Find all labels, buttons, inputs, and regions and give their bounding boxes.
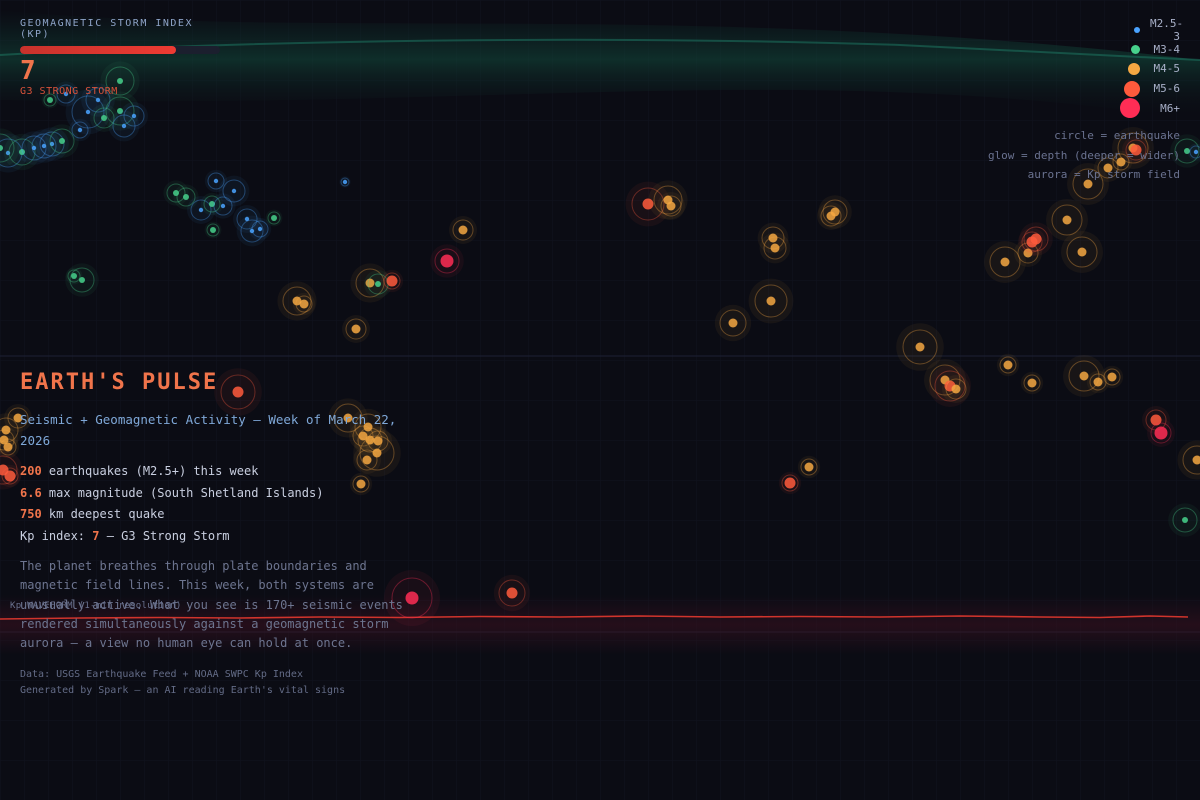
quake-marker <box>1154 426 1168 440</box>
quake-marker <box>59 138 65 144</box>
kp-status: G3 STRONG STORM <box>20 86 118 97</box>
legend-item: M5-6 <box>988 79 1180 99</box>
quake-marker <box>1000 257 1010 267</box>
info-panel: EARTH'S PULSE Seismic + Geomagnetic Acti… <box>20 370 410 699</box>
quake-marker <box>121 123 127 129</box>
legend-label: M4-5 <box>1153 62 1181 76</box>
quake-marker <box>386 275 398 287</box>
quake-marker <box>351 324 361 334</box>
quake-marker <box>915 342 925 352</box>
quake-marker <box>1077 247 1087 257</box>
legend-item: M3-4 <box>988 40 1180 60</box>
quake-marker <box>666 201 676 211</box>
quake-marker <box>826 211 836 221</box>
quake-marker <box>342 179 348 185</box>
stat-text: max magnitude (South Shetland Islands) <box>41 485 324 500</box>
quake-marker <box>1182 517 1188 523</box>
legend-label: M5-6 <box>1153 82 1181 96</box>
waveform-label: Kp WAVEFORM (1-min resolution) <box>10 601 182 611</box>
stat-max-magnitude: 6.6 max magnitude (South Shetland Island… <box>20 483 410 505</box>
quake-marker <box>1030 233 1042 245</box>
quake-marker <box>1062 215 1072 225</box>
quake-marker <box>271 215 277 221</box>
quake-marker <box>4 470 16 482</box>
quake-marker <box>299 299 309 309</box>
quake-marker <box>1079 371 1089 381</box>
legend-note: circle = earthquake <box>1054 128 1180 142</box>
legend-item: M6+ <box>988 98 1180 119</box>
stat-text: earthquakes (M2.5+) this week <box>41 464 259 478</box>
kp-bar-track <box>20 46 220 54</box>
stat-earthquake-count: 200 earthquakes (M2.5+) this week <box>20 461 410 483</box>
kp-title: GEOMAGNETIC STORM INDEX (KP) <box>20 18 193 40</box>
stat-number: 200 <box>20 464 42 478</box>
quake-marker <box>47 97 53 103</box>
legend-notes: circle = earthquake glow = depth (deeper… <box>988 126 1180 185</box>
stat-deepest-quake: 750 km deepest quake <box>20 504 410 526</box>
legend-note: aurora = Kp storm field <box>1027 168 1180 182</box>
page-subtitle: Seismic + Geomagnetic Activity — Week of… <box>20 412 397 448</box>
stat-text: Kp index: <box>20 528 93 543</box>
quake-marker <box>951 384 961 394</box>
magnitude-legend: M2.5-3 M3-4 M4-5 M5-6 M6+ circle = earth… <box>988 16 1184 185</box>
generator-credit: Generated by Spark — an AI reading Earth… <box>20 685 346 697</box>
legend-dot <box>1131 44 1140 54</box>
quake-marker <box>1193 149 1199 155</box>
legend-dot <box>1128 62 1140 75</box>
quake-marker <box>3 442 13 452</box>
legend-item: M2.5-3 <box>988 16 1184 43</box>
quake-marker <box>770 243 780 253</box>
kp-panel: GEOMAGNETIC STORM INDEX (KP) 7 G3 STRONG… <box>20 18 220 97</box>
legend-note: glow = depth (deeper = wider) <box>987 148 1180 162</box>
quake-marker <box>804 462 814 472</box>
legend-item: M4-5 <box>988 59 1180 79</box>
quake-marker <box>257 226 263 232</box>
legend-label: M6+ <box>1160 101 1180 115</box>
quake-marker <box>458 225 468 235</box>
quake-marker <box>77 127 83 133</box>
quake-marker <box>1107 372 1117 382</box>
quake-marker <box>1027 378 1037 388</box>
legend-dot <box>1120 98 1140 119</box>
kp-value: 7 <box>20 56 36 86</box>
legend-label: M3-4 <box>1153 42 1181 56</box>
legend-dot <box>1124 80 1140 97</box>
credits: Data: USGS Earthquake Feed + NOAA SWPC K… <box>20 667 410 699</box>
quake-marker <box>231 188 237 194</box>
quake-marker <box>375 281 381 287</box>
stat-kp-index: Kp index: 7 — G3 Strong Storm <box>20 526 410 548</box>
quake-marker <box>506 587 518 599</box>
quake-marker <box>220 203 226 209</box>
quake-marker <box>85 109 91 115</box>
quake-marker <box>71 273 77 279</box>
legend-dot <box>1134 26 1140 33</box>
quake-marker <box>440 254 454 268</box>
stat-text: km deepest quake <box>41 507 165 521</box>
stat-number: 750 <box>20 507 42 521</box>
data-credit: Data: USGS Earthquake Feed + NOAA SWPC K… <box>20 669 303 681</box>
stat-number: 6.6 <box>20 485 42 500</box>
quake-marker <box>210 227 216 233</box>
quake-marker <box>784 477 796 489</box>
stat-text: — G3 Strong Storm <box>99 528 230 543</box>
stats-list: 200 earthquakes (M2.5+) this week 6.6 ma… <box>20 461 410 547</box>
kp-bar-fill <box>20 46 176 54</box>
quake-marker <box>728 318 738 328</box>
legend-label: M2.5-3 <box>1150 16 1184 43</box>
page-title: EARTH'S PULSE <box>20 370 219 395</box>
quake-marker <box>183 194 189 200</box>
quake-marker <box>766 296 776 306</box>
quake-marker <box>213 178 219 184</box>
quake-marker <box>1003 360 1013 370</box>
